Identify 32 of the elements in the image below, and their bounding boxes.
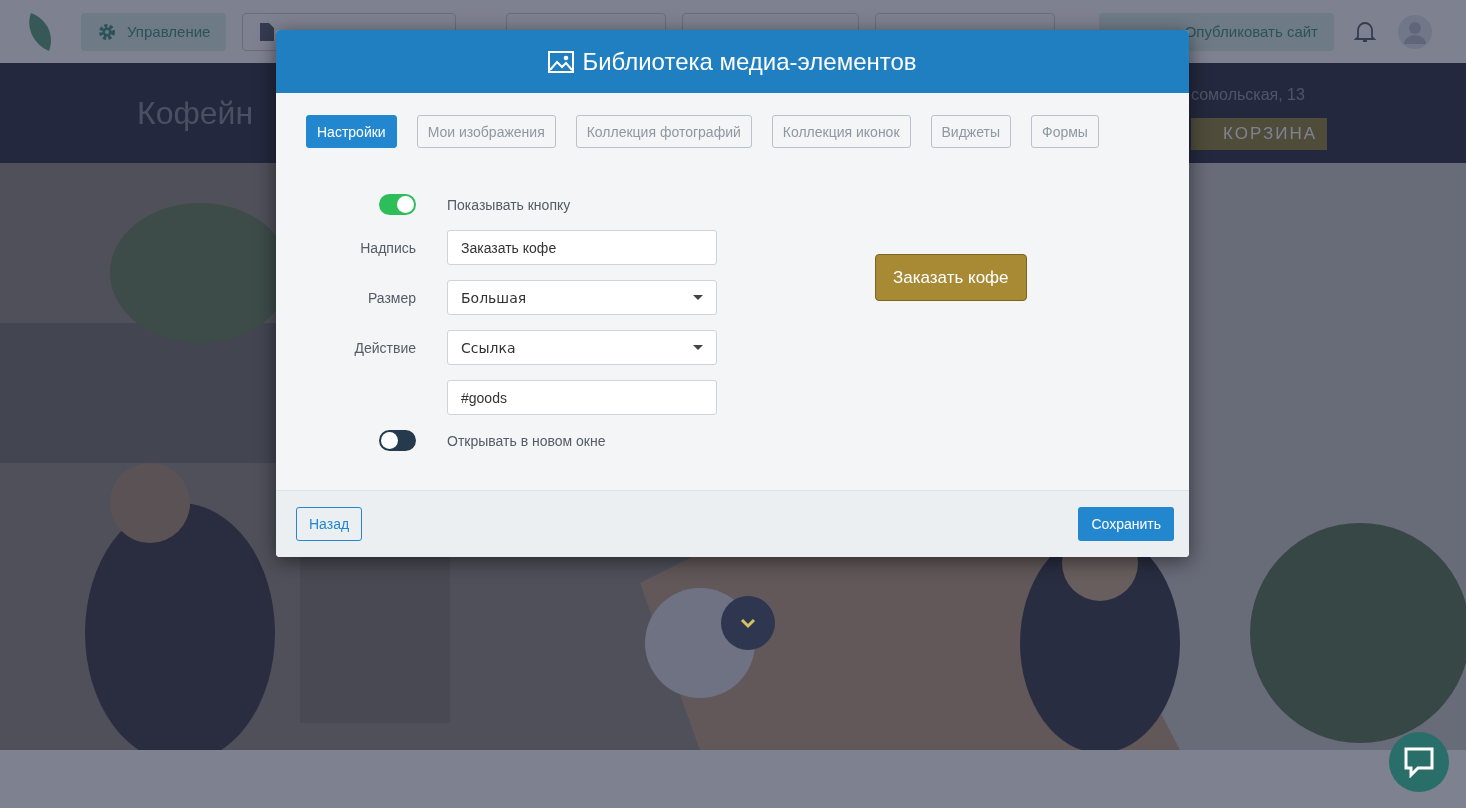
tab[interactable]: Коллекция фотографий	[575, 115, 752, 148]
field-label: Размер	[367, 289, 416, 306]
input-field[interactable]: #goods	[447, 380, 717, 415]
field-label: Надпись	[360, 239, 416, 256]
manage-button[interactable]: Управление	[81, 12, 227, 51]
tab[interactable]: Виджеты	[930, 115, 1012, 148]
toggle-switch[interactable]	[379, 430, 416, 451]
dropdown[interactable]: Большая	[447, 280, 717, 315]
input-field[interactable]: Заказать кофе	[447, 230, 717, 265]
back-button[interactable]: Назад	[296, 507, 363, 541]
caret-icon	[693, 294, 703, 301]
tab[interactable]: Мои изображения	[416, 115, 556, 148]
bell-icon[interactable]	[1354, 19, 1376, 44]
settings-icon	[97, 21, 117, 42]
toggle-label: Показывать кнопку	[447, 196, 572, 213]
field-label: Действие	[354, 339, 416, 356]
page-icon	[259, 21, 276, 42]
tab[interactable]: Настройки	[306, 115, 397, 148]
tab[interactable]: Коллекция иконок	[771, 115, 911, 148]
chevron-down-icon	[739, 617, 757, 629]
toggle-label: Открывать в новом окне	[447, 432, 607, 449]
chat-icon	[1402, 746, 1436, 778]
tab[interactable]: Формы	[1031, 115, 1099, 148]
leaf-logo-icon	[27, 10, 53, 53]
caret-icon	[693, 344, 703, 351]
cart-button[interactable]: КОРЗИНА	[1191, 118, 1327, 150]
dropdown[interactable]: Ссылка	[447, 330, 717, 365]
image-icon	[548, 50, 575, 73]
preview-button[interactable]: Заказать кофе	[875, 254, 1027, 301]
dialog-title: Библиотека медиа-элементов	[548, 47, 917, 76]
save-button[interactable]: Сохранить	[1078, 507, 1174, 541]
toggle-switch[interactable]	[379, 194, 416, 215]
